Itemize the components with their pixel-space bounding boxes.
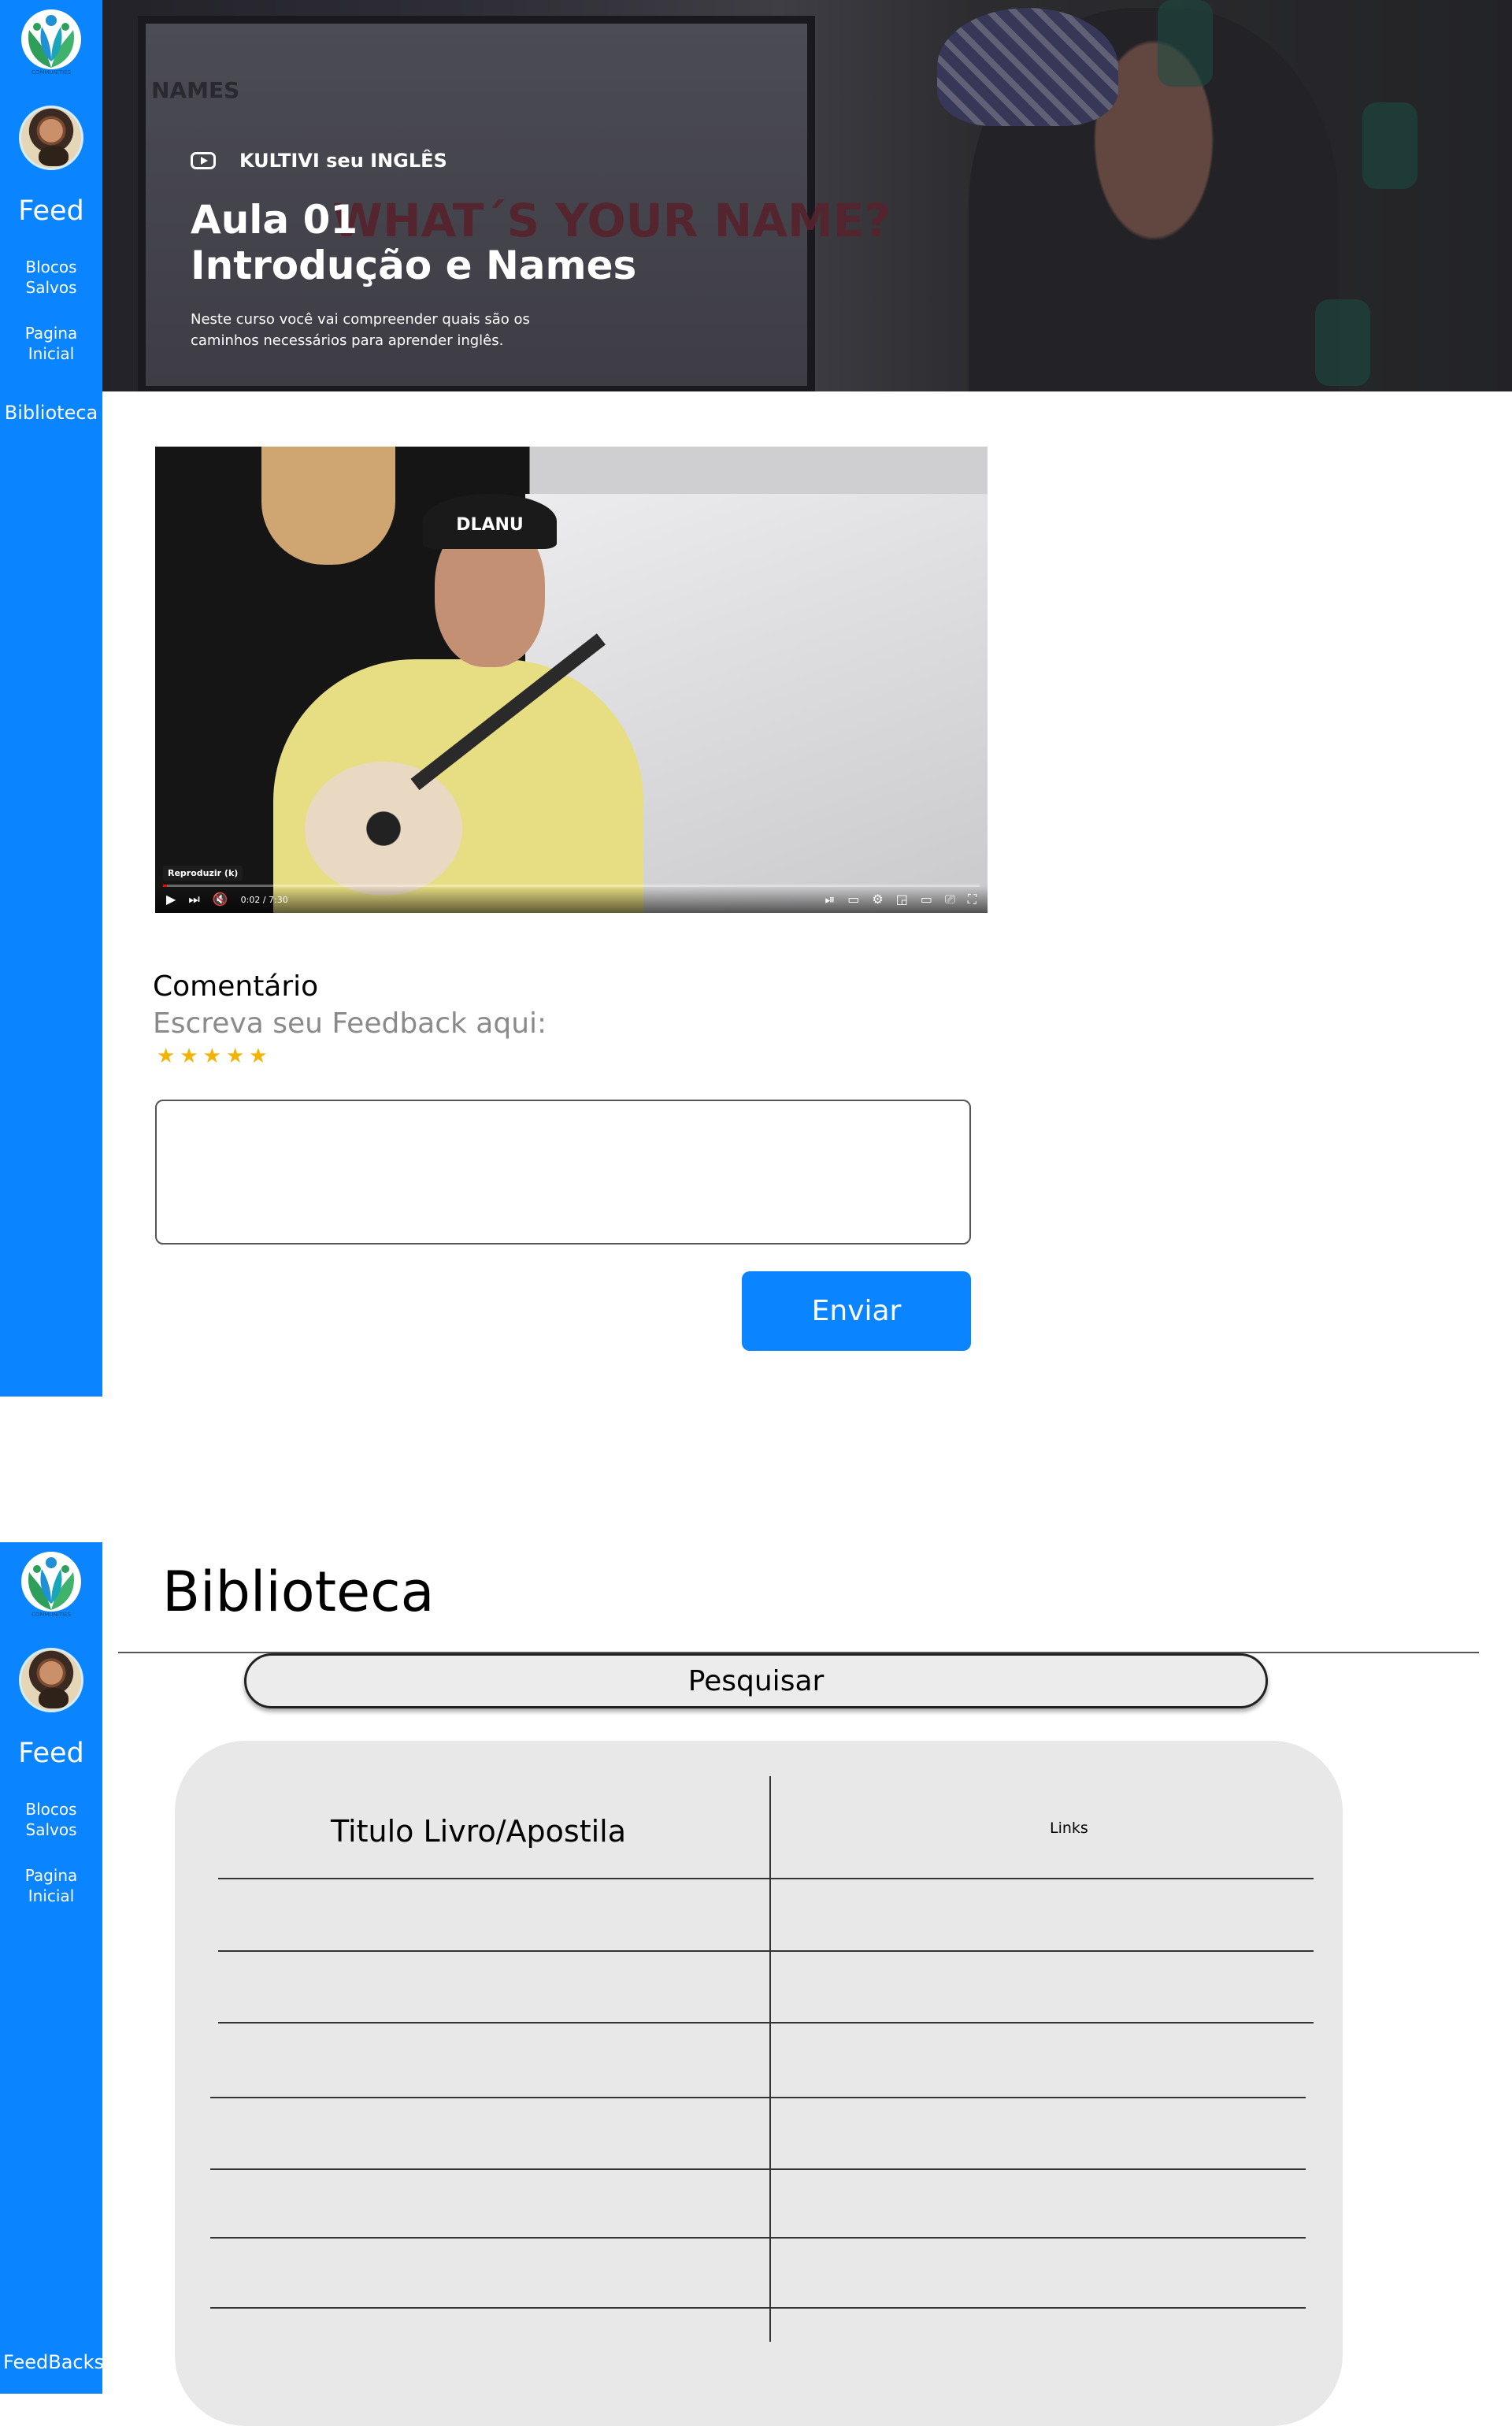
comment-label: Comentário [153,970,319,1003]
video-background-guitar [261,447,395,565]
avatar[interactable] [19,106,83,170]
nav-feed[interactable]: Feed [18,195,84,227]
nav-home[interactable]: Pagina Inicial [8,323,94,364]
column-header-title: Titulo Livro/Apostila [331,1814,626,1849]
miniplayer-icon[interactable]: ◲ [896,893,908,906]
lesson-title-line2: Introdução e Names [191,243,637,288]
nav-saved-blocks[interactable]: Blocos Salvos [8,1799,94,1840]
sidebar: COMMUNITIES Feed Blocos Salvos Pagina In… [0,1542,104,2394]
settings-icon[interactable]: ⚙ [872,893,883,906]
lesson-title-line1: Aula 01 [191,197,358,243]
table-row[interactable] [213,2024,1307,2097]
row-divider [210,2307,1306,2309]
nav-feedbacks[interactable]: FeedBacks [3,2351,104,2373]
nav-feed[interactable]: Feed [18,1738,84,1769]
video-presenter-cap: DLANU [423,494,557,549]
communities-logo-icon[interactable]: COMMUNITIES [18,6,84,77]
video-instrument [305,762,462,896]
autoplay-icon[interactable]: ⏯ [825,893,835,906]
youtube-play-icon [191,152,216,169]
table-row[interactable] [213,1879,1307,1950]
video-player[interactable]: DLANU Reproduzir (k) ▶ ⏭ 🔇 0:02 / 7:30 ⏯… [155,447,988,913]
table-row[interactable] [213,2239,1307,2307]
nav-home[interactable]: Pagina Inicial [8,1865,94,1906]
table-row[interactable] [213,2170,1307,2237]
page-title: Biblioteca [162,1560,435,1624]
search-input[interactable] [244,1653,1268,1708]
avatar[interactable] [19,1648,83,1712]
next-icon[interactable]: ⏭ [188,893,199,906]
play-tooltip: Reproduzir (k) [163,866,243,881]
send-button[interactable]: Enviar [742,1271,971,1351]
lesson-description: Neste curso você vai compreender quais s… [191,311,530,349]
star-icon[interactable]: ★ [157,1045,175,1067]
lesson-title: Aula 01 Introdução e Names [191,197,636,288]
hero-channel-name: KULTIVI seu INGLÊS [239,150,447,172]
star-icon[interactable]: ★ [249,1045,267,1067]
star-icon[interactable]: ★ [203,1045,221,1067]
feedback-textarea[interactable] [155,1100,971,1245]
play-icon[interactable]: ▶ [166,893,176,906]
fullscreen-icon[interactable]: ⛶ [968,893,976,906]
nav-saved-blocks[interactable]: Blocos Salvos [8,257,94,298]
subtitles-icon[interactable]: ▭ [847,893,859,906]
communities-logo-icon[interactable]: COMMUNITIES [18,1549,84,1619]
logo-text: COMMUNITIES [32,1612,72,1618]
cast-icon[interactable]: ⎚ [945,893,955,906]
table-row[interactable] [213,2098,1307,2168]
hero-channel: KULTIVI seu INGLÊS [191,150,447,172]
star-icon[interactable]: ★ [180,1045,198,1067]
video-time: 0:02 / 7:30 [240,894,288,905]
mute-icon[interactable]: 🔇 [213,893,228,906]
theater-mode-icon[interactable]: ▭ [921,893,932,906]
logo-text: COMMUNITIES [32,69,72,76]
lesson-hero: NAMES WHAT´S YOUR NAME? KULTIVI seu INGL… [102,0,1512,391]
nav-library[interactable]: Biblioteca [5,402,98,424]
star-icon[interactable]: ★ [226,1045,244,1067]
rating-stars[interactable]: ★ ★ ★ ★ ★ [157,1045,268,1067]
feedback-hint: Escreva seu Feedback aqui: [153,1007,547,1040]
column-header-links: Links [1050,1820,1088,1837]
sidebar: COMMUNITIES Feed Blocos Salvos Pagina In… [0,0,102,1397]
video-controls: ▶ ⏭ 🔇 0:02 / 7:30 ⏯ ▭ ⚙ ◲ ▭ ⎚ ⛶ [155,886,988,913]
table-row[interactable] [213,1952,1307,2022]
